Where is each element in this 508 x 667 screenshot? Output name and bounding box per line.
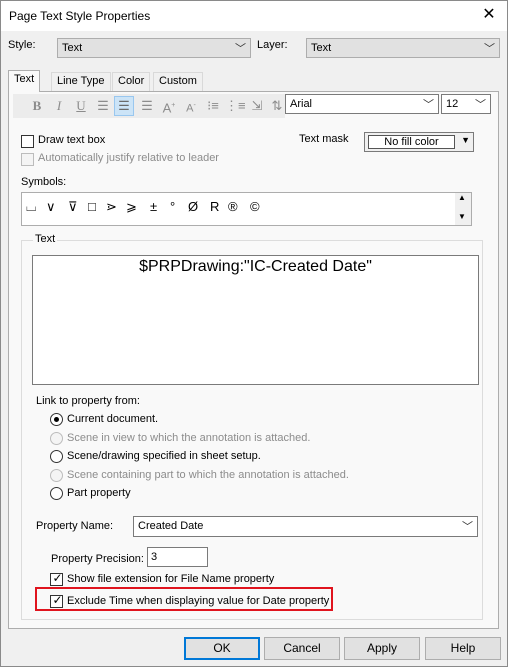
symbol-item[interactable]: Ø — [188, 199, 198, 214]
paragraph-icon[interactable]: ⇅ — [267, 96, 287, 116]
title-bar: Page Text Style Properties ✕ — [1, 1, 507, 31]
chevron-down-icon: ﹀ — [423, 99, 434, 111]
bold-button[interactable]: B — [27, 96, 47, 116]
option-scene-in-view: Scene in view to which the annotation is… — [67, 432, 311, 444]
dialog-window: Page Text Style Properties ✕ Style: Text… — [0, 0, 508, 667]
ok-button[interactable]: OK — [184, 637, 260, 660]
option-part-property: Part property — [67, 487, 131, 499]
underline-button[interactable]: U — [71, 96, 91, 116]
layer-select-value: Text — [311, 42, 332, 54]
property-precision-input[interactable]: 3 — [147, 547, 208, 567]
text-mask-value: No fill color — [368, 135, 455, 149]
text-mask-label: Text mask — [299, 133, 349, 145]
link-property-label: Link to property from: — [36, 395, 140, 407]
close-icon[interactable]: ✕ — [481, 6, 497, 24]
property-name-label: Property Name: — [36, 520, 114, 532]
symbol-item[interactable]: © — [250, 199, 260, 214]
symbol-item[interactable]: ⌴ — [26, 199, 36, 215]
chevron-down-icon: ﹀ — [235, 43, 246, 55]
apply-button[interactable]: Apply — [344, 637, 420, 660]
symbols-palette: ⌴ ∨ ⊽ □ ⋗ ⩾ ± ° Ø R ® © ▲ ▼ — [21, 192, 472, 226]
property-name-select[interactable]: Created Date ﹀ — [133, 516, 478, 537]
property-precision-label: Property Precision: — [51, 553, 144, 565]
option-scene-drawing: Scene/drawing specified in sheet setup. — [67, 450, 261, 462]
text-group-label: Text — [33, 233, 58, 245]
font-size-select[interactable]: 12 ﹀ — [441, 94, 491, 114]
radio-scene-in-view[interactable] — [50, 432, 63, 445]
symbol-item[interactable]: ° — [170, 199, 175, 214]
exclude-time-checkbox[interactable]: ✓ — [50, 593, 63, 608]
text-mask-picker[interactable]: No fill color ▼ — [364, 132, 474, 152]
font-grow-icon[interactable]: A+ — [159, 96, 179, 116]
tab-color[interactable]: Color — [112, 72, 151, 91]
symbols-label: Symbols: — [21, 176, 67, 188]
radio-dot — [54, 417, 59, 422]
align-center-icon[interactable]: ☰ — [114, 96, 134, 116]
align-left-icon[interactable]: ☰ — [93, 96, 113, 116]
tab-custom[interactable]: Custom — [153, 72, 203, 91]
radio-scene-drawing[interactable] — [50, 450, 63, 463]
style-label: Style: — [8, 39, 36, 51]
radio-scene-containing-part[interactable] — [50, 469, 63, 482]
exclude-time-label: Exclude Time when displaying value for D… — [67, 595, 330, 607]
scroll-down-icon[interactable]: ▼ — [458, 212, 466, 221]
show-file-ext-label: Show file extension for File Name proper… — [67, 573, 275, 585]
scroll-up-icon[interactable]: ▲ — [458, 193, 466, 202]
auto-justify-checkbox[interactable] — [21, 153, 34, 166]
property-precision-value: 3 — [151, 551, 158, 563]
text-editor[interactable]: $PRPDrawing:"IC-Created Date" — [32, 255, 479, 385]
tab-panel: B I U ☰ ☰ ☰ A+ A- ⁝≡ ⋮≡ ⇲ ⇅ Arial ﹀ 12 ﹀… — [8, 91, 499, 629]
tab-text[interactable]: Text — [8, 70, 41, 92]
help-button[interactable]: Help — [425, 637, 501, 660]
font-size-value: 12 — [446, 98, 459, 110]
tab-line-type[interactable]: Line Type — [51, 72, 111, 91]
symbol-item[interactable]: ⋗ — [106, 199, 117, 215]
auto-justify-label: Automatically justify relative to leader — [38, 152, 219, 164]
property-name-value: Created Date — [138, 520, 204, 532]
radio-part-property[interactable] — [50, 487, 63, 500]
symbol-item[interactable]: ⩾ — [126, 199, 137, 215]
draw-text-box-label: Draw text box — [38, 134, 106, 146]
draw-text-box-checkbox[interactable] — [21, 135, 34, 148]
option-scene-containing-part: Scene containing part to which the annot… — [67, 469, 349, 481]
layer-label: Layer: — [257, 39, 288, 51]
symbol-item[interactable]: ∨ — [46, 199, 56, 215]
radio-current-document[interactable] — [50, 413, 63, 426]
dropdown-arrow-icon: ▼ — [461, 135, 470, 145]
layer-select[interactable]: Text ﹀ — [306, 38, 500, 58]
align-right-icon[interactable]: ☰ — [137, 96, 157, 116]
font-select[interactable]: Arial ﹀ — [285, 94, 439, 114]
symbol-item[interactable]: R — [210, 199, 219, 214]
checkmark-icon: ✓ — [52, 571, 63, 585]
format-toolbar: B I U ☰ ☰ ☰ A+ A- ⁝≡ ⋮≡ ⇲ ⇅ — [13, 94, 285, 118]
chevron-down-icon: ﹀ — [462, 521, 473, 533]
text-editor-content: $PRPDrawing:"IC-Created Date" — [139, 258, 372, 275]
italic-button[interactable]: I — [49, 96, 69, 116]
symbol-item[interactable]: ⊽ — [68, 199, 78, 215]
window-title: Page Text Style Properties — [9, 9, 151, 23]
chevron-down-icon: ﹀ — [484, 43, 495, 55]
indent-icon[interactable]: ⇲ — [247, 96, 267, 116]
symbol-item[interactable]: ± — [150, 199, 157, 214]
bullet-list-icon[interactable]: ⁝≡ — [203, 96, 223, 116]
style-select-value: Text — [62, 42, 83, 54]
cancel-button[interactable]: Cancel — [264, 637, 340, 660]
font-select-value: Arial — [290, 98, 313, 110]
symbol-item[interactable]: □ — [88, 199, 96, 214]
checkmark-icon: ✓ — [52, 593, 63, 607]
symbols-scrollbar[interactable]: ▲ ▼ — [455, 193, 471, 225]
symbol-item[interactable]: ® — [228, 199, 238, 214]
font-shrink-icon[interactable]: A- — [181, 96, 201, 116]
numbered-list-icon[interactable]: ⋮≡ — [225, 96, 246, 116]
option-current-document: Current document. — [67, 413, 159, 425]
style-select[interactable]: Text ﹀ — [57, 38, 251, 58]
show-file-ext-checkbox[interactable]: ✓ — [50, 571, 63, 586]
chevron-down-icon: ﹀ — [475, 99, 486, 111]
